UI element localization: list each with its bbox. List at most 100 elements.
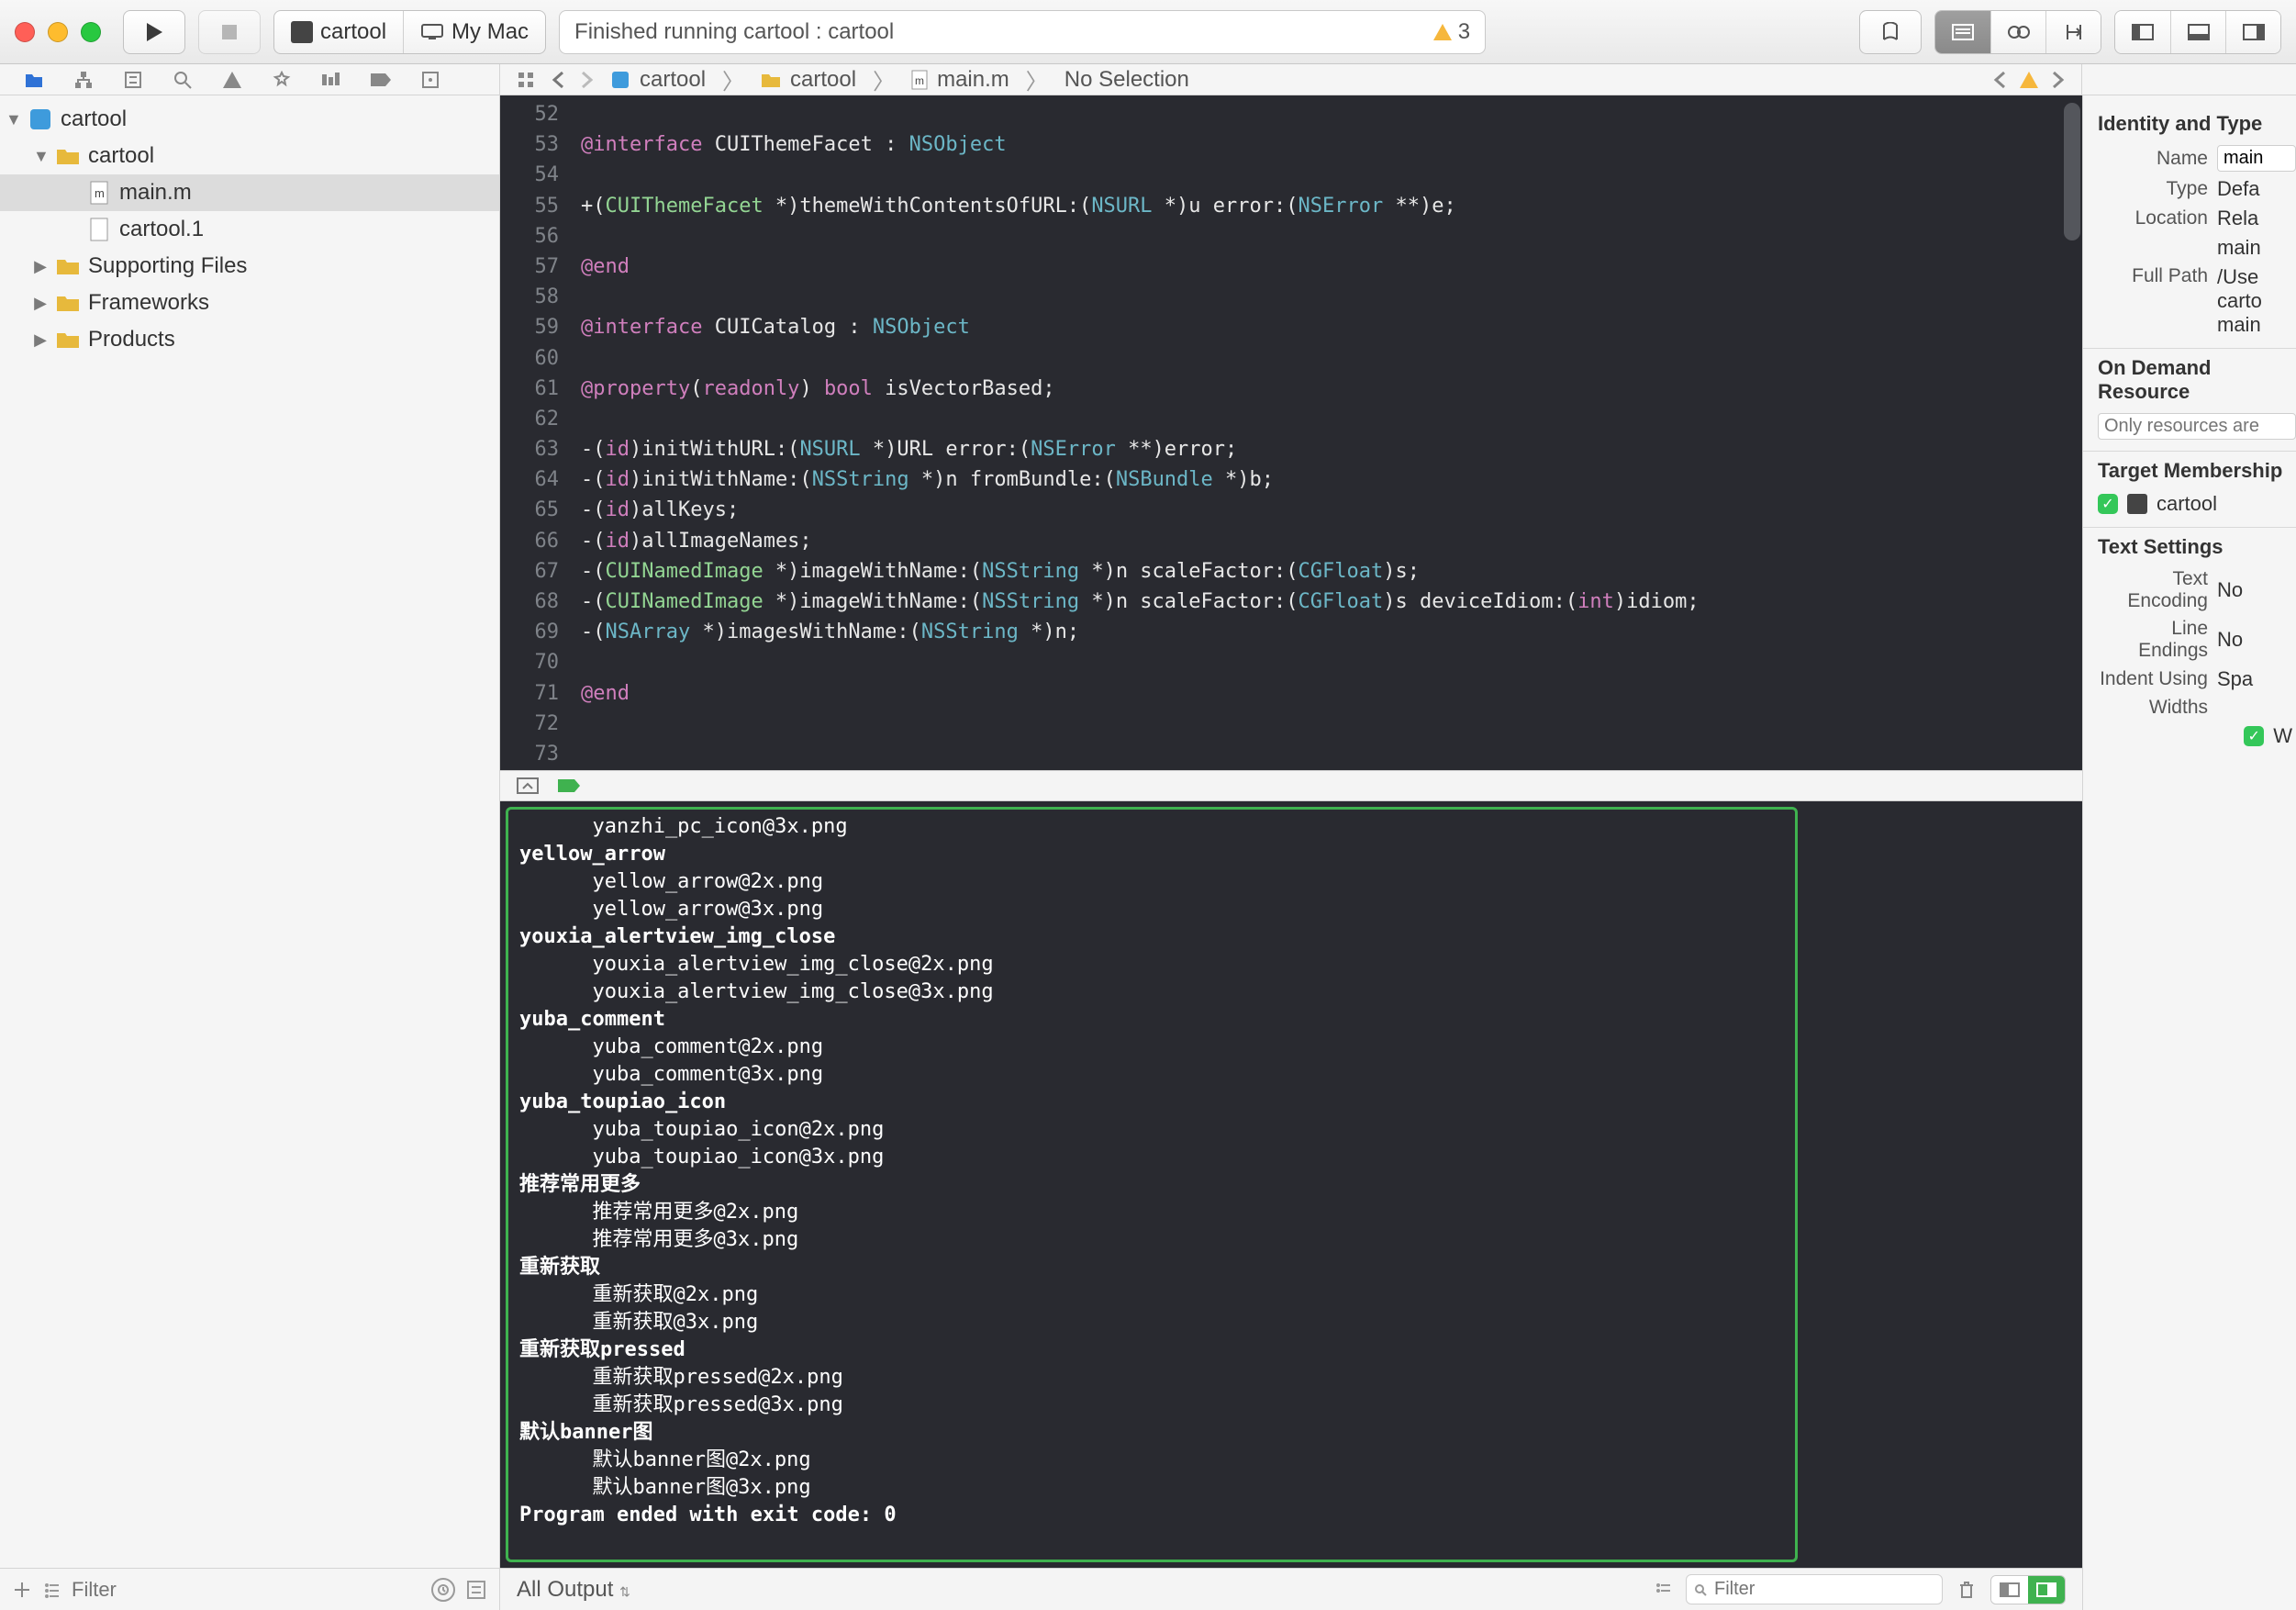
location-filename: main xyxy=(2217,236,2296,260)
jump-bar-file-label: main.m xyxy=(937,67,1009,93)
warning-icon xyxy=(1432,23,1453,41)
jump-bar-file[interactable]: m main.m xyxy=(911,67,1009,93)
name-field[interactable] xyxy=(2217,145,2296,172)
location-popup[interactable]: Rela xyxy=(2217,207,2296,230)
console-output[interactable]: yanzhi_pc_icon@3x.png yellow_arrow yello… xyxy=(506,807,1798,1562)
version-editor-button[interactable] xyxy=(2045,11,2101,53)
console-filter-input[interactable] xyxy=(1686,1574,1943,1604)
stop-button[interactable] xyxy=(198,10,261,54)
jump-bar-symbol[interactable]: No Selection xyxy=(1064,67,1189,93)
disclosure-triangle-icon[interactable]: ▶ xyxy=(33,330,48,350)
jump-bar-project-label: cartool xyxy=(640,67,706,93)
code-view[interactable]: @interface CUIThemeFacet : NSObject +(CU… xyxy=(570,95,2082,770)
breakpoint-toggle[interactable] xyxy=(557,778,581,793)
scm-filter-button[interactable] xyxy=(466,1580,486,1600)
type-label: Type xyxy=(2098,178,2208,200)
recent-filter-button[interactable] xyxy=(431,1578,455,1602)
target-checkbox[interactable]: ✓ xyxy=(2098,494,2118,514)
activity-viewer[interactable]: Finished running cartool : cartool 3 xyxy=(559,10,1486,54)
minimize-window-button[interactable] xyxy=(48,22,68,42)
tree-item-selected[interactable]: mmain.m xyxy=(0,174,499,211)
variables-pane-button[interactable] xyxy=(1991,1576,2028,1604)
odr-tags-field[interactable] xyxy=(2098,413,2296,440)
related-items-button[interactable] xyxy=(517,71,535,89)
proj-icon xyxy=(28,106,53,132)
type-popup[interactable]: Defa xyxy=(2217,177,2296,201)
assistant-editor-button[interactable] xyxy=(1990,11,2045,53)
folder-icon xyxy=(55,327,81,352)
console-filter-icon xyxy=(1655,1582,1671,1597)
source-control-navigator-tab[interactable] xyxy=(72,68,95,92)
file-inspector: Identity and Type Name TypeDefa Location… xyxy=(2082,95,2296,1610)
go-back-button[interactable] xyxy=(552,71,564,89)
encoding-popup[interactable]: No xyxy=(2217,578,2296,602)
tree-item[interactable]: ▼cartool xyxy=(0,138,499,174)
jump-bar-project[interactable]: cartool xyxy=(610,67,706,93)
go-forward-button[interactable] xyxy=(581,71,594,89)
wrap-lines-checkbox[interactable]: ✓ xyxy=(2244,726,2264,746)
chevron-right-icon: 〉 xyxy=(1026,63,1048,95)
activity-issues[interactable]: 3 xyxy=(1432,19,1470,45)
console-scope-label: All Output xyxy=(517,1577,613,1602)
jump-bar-group-label: cartool xyxy=(790,67,856,93)
navigator-filter-bar xyxy=(0,1568,499,1610)
debug-console-area: yanzhi_pc_icon@3x.png yellow_arrow yello… xyxy=(500,801,2082,1610)
add-button[interactable] xyxy=(13,1581,31,1599)
tree-item[interactable]: ▼cartool xyxy=(0,101,499,138)
tree-item[interactable]: cartool.1 xyxy=(0,211,499,248)
folder-icon xyxy=(761,72,781,88)
test-navigator-tab[interactable] xyxy=(270,68,294,92)
report-navigator-tab[interactable] xyxy=(418,68,442,92)
indent-popup[interactable]: Spa xyxy=(2217,667,2296,691)
svg-text:m: m xyxy=(95,186,105,200)
project-navigator-tab[interactable] xyxy=(22,68,46,92)
activity-text: Finished running cartool : cartool xyxy=(574,19,894,45)
symbol-navigator-tab[interactable] xyxy=(121,68,145,92)
console-output-scope[interactable]: All Output ⇅ xyxy=(517,1577,630,1603)
scheme-selector[interactable]: cartool My Mac xyxy=(273,10,546,54)
line-endings-popup[interactable]: No xyxy=(2217,628,2296,652)
toggle-inspector-button[interactable] xyxy=(2225,11,2280,53)
fullpath-label: Full Path xyxy=(2098,265,2208,287)
scheme-destination[interactable]: My Mac xyxy=(403,11,545,53)
find-navigator-tab[interactable] xyxy=(171,68,195,92)
issue-indicator[interactable] xyxy=(2019,71,2039,89)
prev-issue-button[interactable] xyxy=(1993,71,2006,89)
terminal-icon xyxy=(2127,494,2147,514)
zoom-window-button[interactable] xyxy=(81,22,101,42)
toggle-navigator-button[interactable] xyxy=(2115,11,2170,53)
folder-icon xyxy=(55,143,81,169)
editor-scrollbar[interactable] xyxy=(2064,103,2080,240)
source-editor[interactable]: 5253545556575859606162636465666768697071… xyxy=(500,95,2082,770)
line-endings-label: Line Endings xyxy=(2098,618,2208,662)
clear-console-button[interactable] xyxy=(1957,1580,1976,1600)
file-icon xyxy=(86,217,112,242)
updown-icon: ⇅ xyxy=(619,1584,630,1599)
filter-icon xyxy=(42,1582,61,1598)
console-pane-button[interactable] xyxy=(2028,1576,2065,1604)
standard-editor-button[interactable] xyxy=(1935,11,1990,53)
indent-label: Indent Using xyxy=(2098,668,2208,690)
debug-navigator-tab[interactable] xyxy=(319,68,343,92)
scheme-target[interactable]: cartool xyxy=(274,11,403,53)
tree-item[interactable]: ▶Products xyxy=(0,321,499,358)
close-window-button[interactable] xyxy=(15,22,35,42)
tree-item[interactable]: ▶Frameworks xyxy=(0,285,499,321)
next-issue-button[interactable] xyxy=(2052,71,2065,89)
tree-item-label: cartool.1 xyxy=(119,217,204,242)
library-button[interactable] xyxy=(1859,10,1922,54)
run-button[interactable] xyxy=(123,10,185,54)
debug-view-toggle[interactable] xyxy=(517,777,539,794)
disclosure-triangle-icon[interactable]: ▼ xyxy=(33,147,48,166)
disclosure-triangle-icon[interactable]: ▼ xyxy=(6,110,20,129)
disclosure-triangle-icon[interactable]: ▶ xyxy=(33,257,48,276)
issue-navigator-tab[interactable] xyxy=(220,68,244,92)
disclosure-triangle-icon[interactable]: ▶ xyxy=(33,294,48,313)
navigator-tabs xyxy=(0,64,500,95)
breakpoint-navigator-tab[interactable] xyxy=(369,68,393,92)
jump-bar-group[interactable]: cartool xyxy=(761,67,856,93)
navigator-filter-input[interactable] xyxy=(72,1578,420,1602)
navigator-selector-bar: cartool 〉 cartool 〉 m main.m 〉 No Select… xyxy=(0,64,2296,95)
tree-item[interactable]: ▶Supporting Files xyxy=(0,248,499,285)
toggle-debug-area-button[interactable] xyxy=(2170,11,2225,53)
